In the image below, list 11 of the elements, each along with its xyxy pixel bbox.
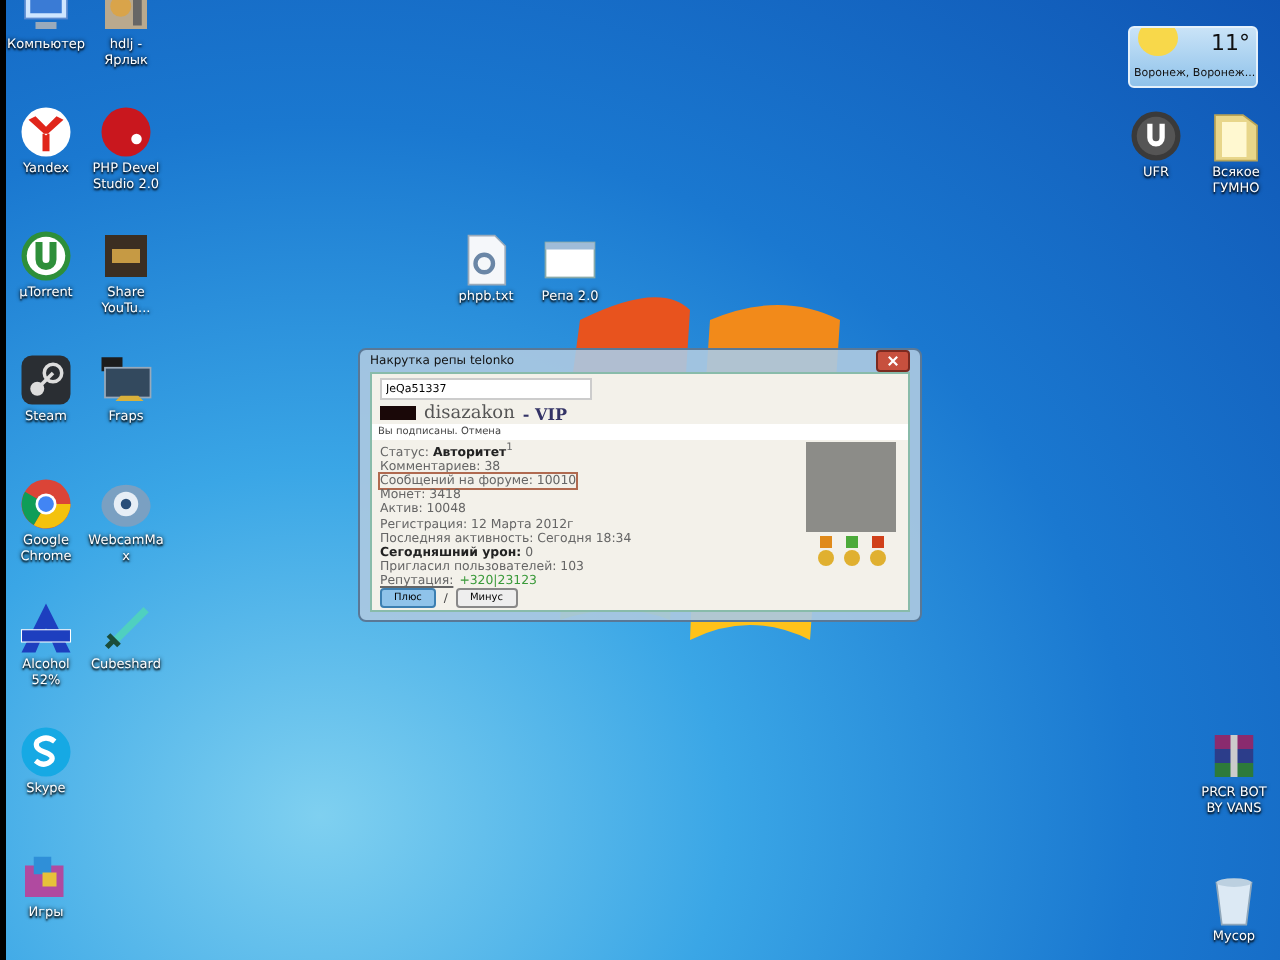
medals-drawing	[815, 536, 887, 568]
folder-icon[interactable]	[1208, 108, 1264, 164]
temperature: 11°	[1211, 30, 1250, 56]
user-rank: - VIP	[522, 403, 567, 423]
ball-icon[interactable]	[98, 104, 154, 160]
close-icon[interactable]	[886, 354, 900, 368]
photo-placeholder	[806, 442, 896, 532]
close-button[interactable]	[876, 350, 910, 372]
username: disazakon	[424, 403, 515, 423]
sun-icon	[1138, 28, 1178, 56]
user-banner	[380, 406, 416, 420]
